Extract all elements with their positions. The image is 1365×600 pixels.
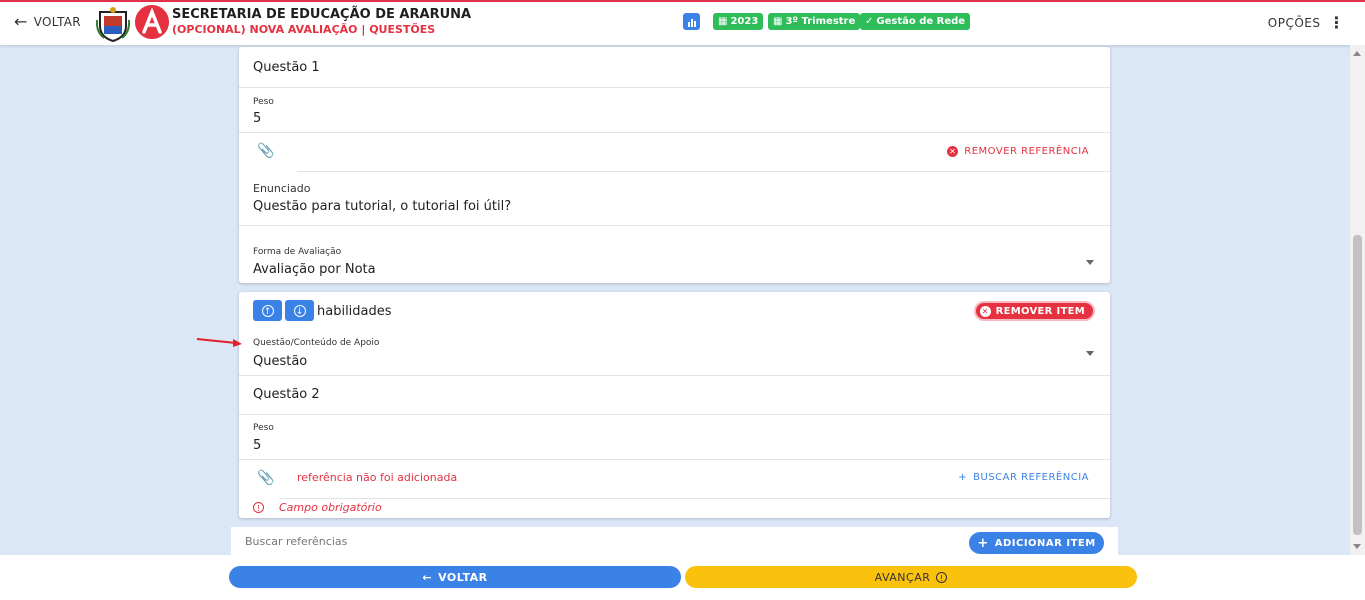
- term-badge[interactable]: ▦ 3º Trimestre: [768, 13, 861, 30]
- top-bar: ← VOLTAR SECRETARIA DE EDUCAÇÃO DE ARARU…: [0, 0, 1365, 45]
- forma-label: Forma de Avaliação: [253, 247, 342, 257]
- question-title: Questão 1: [253, 60, 320, 75]
- peso-value: 5: [253, 111, 262, 126]
- options-menu-button[interactable]: OPÇÕES ⋮: [1268, 13, 1345, 32]
- required-error: ! Campo obrigatório: [253, 501, 382, 514]
- add-item-button[interactable]: + ADICIONAR ITEM: [969, 532, 1104, 554]
- scroll-down-icon[interactable]: [1353, 544, 1361, 549]
- question-title-row[interactable]: Questão 1: [239, 47, 1110, 88]
- annotation-arrow-icon: [196, 338, 242, 347]
- reference-search-bar: + ADICIONAR ITEM: [231, 527, 1118, 555]
- enunciado-label: Enunciado: [253, 182, 311, 195]
- search-reference-button[interactable]: + BUSCAR REFERÊNCIA: [958, 472, 1089, 483]
- search-references-input[interactable]: [245, 535, 645, 548]
- move-up-button[interactable]: ↑: [253, 300, 282, 321]
- secretaria-logo-icon: [135, 5, 169, 39]
- arrow-down-circle-icon: ↓: [293, 304, 306, 317]
- footer-next-button[interactable]: AVANÇAR !: [685, 566, 1137, 588]
- question-title-row[interactable]: Questão 2: [239, 376, 1110, 415]
- remove-reference-button[interactable]: ✕ REMOVER REFERÊNCIA: [947, 146, 1089, 157]
- remove-item-button[interactable]: ✕ REMOVER ITEM: [973, 301, 1095, 321]
- footer-back-button[interactable]: ← VOLTAR: [229, 566, 681, 588]
- stats-badge[interactable]: [683, 13, 700, 30]
- header-back-label: VOLTAR: [33, 15, 81, 29]
- reference-error-text: referência não foi adicionada: [297, 471, 458, 484]
- paperclip-icon[interactable]: 📎: [257, 143, 274, 159]
- page-scrollbar[interactable]: [1350, 45, 1365, 555]
- bar-chart-icon: [687, 18, 696, 27]
- reference-row: 📎 referência não foi adicionada + BUSCAR …: [239, 460, 1110, 499]
- close-circle-icon: ✕: [947, 146, 959, 157]
- enunciado-value: Questão para tutorial, o tutorial foi út…: [253, 199, 512, 214]
- peso-label: Peso: [253, 423, 274, 433]
- calendar-icon: ▦: [773, 16, 783, 27]
- tipo-label: Questão/Conteúdo de Apoio: [253, 338, 380, 348]
- question-card-2: ↑ ↓ habilidades ✕ REMOVER ITEM Questão/C…: [239, 292, 1110, 518]
- plus-icon: +: [977, 535, 989, 551]
- forma-value: Avaliação por Nota: [253, 262, 376, 277]
- role-badge[interactable]: ✓ Gestão de Rede: [860, 13, 971, 30]
- peso-field[interactable]: Peso 5: [239, 88, 1110, 133]
- arrow-left-icon: ←: [14, 12, 28, 31]
- enunciado-field[interactable]: Enunciado Questão para tutorial, o tutor…: [239, 172, 1110, 226]
- check-circle-icon: ✓: [865, 16, 874, 27]
- question-card-1: Questão 1 Peso 5 📎 ✕ REMOVER REFERÊNCIA …: [239, 47, 1110, 283]
- peso-field[interactable]: Peso 5: [239, 415, 1110, 460]
- divider: [279, 498, 1110, 499]
- tipo-select[interactable]: Questão/Conteúdo de Apoio Questão: [239, 332, 1110, 376]
- forma-avaliacao-select[interactable]: Forma de Avaliação Avaliação por Nota: [239, 226, 1110, 283]
- alert-circle-icon: !: [936, 571, 948, 583]
- calendar-icon: ▦: [718, 16, 728, 27]
- scroll-up-icon[interactable]: [1353, 51, 1361, 56]
- chevron-down-icon: [1086, 351, 1094, 356]
- year-badge[interactable]: ▦ 2023: [713, 13, 764, 30]
- required-message: Campo obrigatório: [279, 501, 382, 514]
- chevron-down-icon: [1086, 260, 1094, 265]
- header-back-button[interactable]: ← VOLTAR: [14, 12, 81, 31]
- arrow-left-icon: ←: [422, 570, 433, 584]
- footer-bar: ← VOLTAR AVANÇAR !: [0, 555, 1365, 600]
- plus-icon: +: [958, 472, 968, 483]
- alert-circle-icon: !: [253, 502, 264, 513]
- reference-row: 📎 ✕ REMOVER REFERÊNCIA: [239, 133, 1110, 172]
- item-title: habilidades: [317, 304, 392, 319]
- city-crest-icon: [96, 7, 130, 42]
- tipo-value: Questão: [253, 354, 308, 369]
- page-subtitle: (OPCIONAL) NOVA AVALIAÇÃO | QUESTÕES: [172, 23, 436, 36]
- org-title: SECRETARIA DE EDUCAÇÃO DE ARARUNA: [172, 7, 472, 22]
- arrow-up-circle-icon: ↑: [261, 304, 274, 317]
- peso-label: Peso: [253, 97, 274, 107]
- more-vertical-icon: ⋮: [1328, 13, 1345, 32]
- close-circle-icon: ✕: [979, 305, 991, 317]
- scrollbar-thumb[interactable]: [1353, 235, 1362, 535]
- move-down-button[interactable]: ↓: [285, 300, 314, 321]
- question-title: Questão 2: [253, 387, 320, 402]
- peso-value: 5: [253, 438, 262, 453]
- paperclip-icon[interactable]: 📎: [257, 470, 274, 486]
